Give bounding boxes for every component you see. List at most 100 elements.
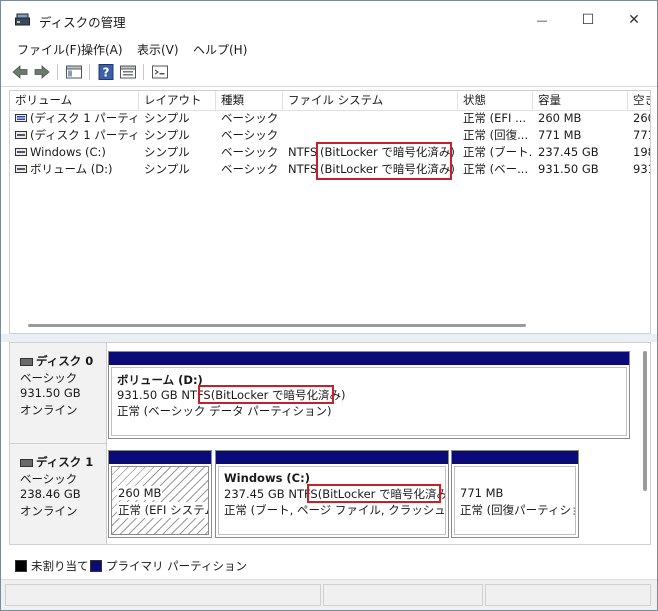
partition-efi-status: 正常 (EFI システム bbox=[117, 502, 208, 518]
forward-arrow-icon[interactable] bbox=[33, 63, 51, 81]
partition-c-title: Windows (C:) bbox=[224, 471, 310, 485]
menu-file[interactable]: ファイル(F) bbox=[17, 41, 81, 58]
column-header-capacity[interactable]: 容量 bbox=[533, 91, 628, 110]
toolbar-separator bbox=[89, 64, 90, 80]
disk-management-icon bbox=[15, 13, 30, 26]
menu-action[interactable]: 操作(A) bbox=[81, 41, 123, 58]
partition-d[interactable]: ボリューム (D:) 931.50 GB NTFS(BitLocker で暗号化… bbox=[108, 351, 630, 439]
minimize-icon: — bbox=[536, 13, 548, 27]
partition-c[interactable]: Windows (C:) 237.45 GB NTFS(BitLocker で暗… bbox=[215, 450, 449, 538]
column-header-volume[interactable]: ボリューム bbox=[10, 91, 139, 110]
cell-filesystem: NTFS bbox=[288, 162, 318, 176]
cell-free: 260 bbox=[633, 111, 650, 125]
partition-efi-size: 260 MB bbox=[117, 486, 163, 500]
partition-recovery[interactable]: 771 MB 正常 (回復パーティション bbox=[451, 450, 579, 538]
legend-primary-partition: プライマリ パーティション bbox=[106, 559, 247, 573]
cell-status: 正常 (ベー... bbox=[463, 162, 529, 176]
cell-capacity: 260 MB bbox=[538, 111, 582, 125]
cell-status: 正常 (EFI ... bbox=[463, 111, 527, 125]
volume-icon bbox=[15, 148, 27, 156]
help-icon[interactable]: ? bbox=[97, 63, 115, 81]
cell-free: 931 bbox=[633, 162, 650, 176]
cell-filesystem: NTFS bbox=[288, 145, 318, 159]
partition-d-body: ボリューム (D:) 931.50 GB NTFS(BitLocker で暗号化… bbox=[111, 367, 627, 436]
cell-filesystem-note: (BitLocker で暗号化済み) bbox=[320, 162, 454, 176]
vertical-scrollbar-thumb[interactable] bbox=[643, 351, 647, 491]
cell-capacity: 931.50 GB bbox=[538, 162, 599, 176]
disk-0-name-text: ディスク 0 bbox=[36, 354, 94, 368]
cell-free: 771 bbox=[633, 128, 650, 142]
cell-volume: ボリューム (D:) bbox=[30, 162, 113, 176]
volume-row[interactable]: Windows (C:) シンプル ベーシック NTFS (BitLocker … bbox=[10, 144, 650, 161]
cell-volume: (ディスク 1 パーティシ... bbox=[30, 111, 139, 125]
primary-partition-bar bbox=[109, 451, 211, 464]
partition-recovery-size: 771 MB bbox=[460, 486, 504, 500]
column-header-free[interactable]: 空き bbox=[628, 91, 650, 110]
disk-1-name: ディスク 1 bbox=[20, 454, 93, 470]
cell-type: ベーシック bbox=[221, 111, 279, 125]
horizontal-scrollbar[interactable] bbox=[28, 324, 526, 327]
disk-1-label[interactable]: ディスク 1 ベーシック 238.46 GB オンライン bbox=[10, 444, 107, 544]
column-header-type[interactable]: 種類 bbox=[216, 91, 283, 110]
cell-filesystem bbox=[288, 110, 318, 127]
column-header-filesystem[interactable]: ファイル システム bbox=[283, 91, 458, 110]
minimize-button[interactable]: — bbox=[519, 1, 565, 39]
properties-icon[interactable] bbox=[119, 63, 137, 81]
status-bar bbox=[1, 579, 657, 610]
cell-layout: シンプル bbox=[144, 145, 190, 159]
disk-0-label[interactable]: ディスク 0 ベーシック 931.50 GB オンライン bbox=[10, 343, 107, 444]
partition-recovery-body: 771 MB 正常 (回復パーティション bbox=[454, 466, 576, 535]
partition-d-size: 931.50 GB NTFS(BitLocker で暗号化済み) bbox=[117, 387, 346, 403]
close-button[interactable]: ✕ bbox=[611, 1, 657, 39]
volume-icon bbox=[15, 131, 27, 139]
maximize-button[interactable]: ☐ bbox=[565, 1, 611, 39]
console-tree-icon[interactable] bbox=[65, 63, 83, 81]
partition-d-status: 正常 (ベーシック データ パーティション) bbox=[117, 404, 332, 418]
partition-d-size-fs: 931.50 GB NTFS bbox=[117, 388, 211, 402]
close-icon: ✕ bbox=[628, 12, 640, 28]
cell-volume: (ディスク 1 パーティシ... bbox=[30, 128, 139, 142]
volume-row[interactable]: (ディスク 1 パーティシ... シンプル ベーシック 正常 (回復... 77… bbox=[10, 127, 650, 144]
maximize-icon: ☐ bbox=[581, 12, 595, 28]
volume-row[interactable]: (ディスク 1 パーティシ... シンプル ベーシック 正常 (EFI ... … bbox=[10, 110, 650, 127]
partition-efi-body: 260 MB 正常 (EFI システム bbox=[111, 466, 209, 535]
disk-icon bbox=[20, 357, 33, 366]
disk-map-icon[interactable] bbox=[151, 63, 169, 81]
menu-help[interactable]: ヘルプ(H) bbox=[193, 41, 247, 58]
volume-list-header: ボリューム レイアウト 種類 ファイル システム 状態 容量 空き bbox=[10, 91, 650, 111]
cell-status: 正常 (回復... bbox=[463, 128, 529, 142]
partition-d-title: ボリューム (D:) bbox=[117, 373, 203, 387]
cell-volume: Windows (C:) bbox=[30, 145, 106, 159]
disk-management-window: ディスクの管理 — ☐ ✕ ファイル(F) 操作(A) 表示(V) ヘルプ(H) bbox=[0, 0, 658, 611]
cell-type: ベーシック bbox=[221, 162, 279, 176]
status-pane bbox=[323, 584, 483, 606]
svg-text:?: ? bbox=[103, 66, 110, 80]
legend-swatch-primary bbox=[90, 560, 102, 572]
back-arrow-icon[interactable] bbox=[11, 63, 29, 81]
partition-c-size: 237.45 GB NTFS(BitLocker で暗号化済み) bbox=[224, 486, 445, 502]
cell-layout: シンプル bbox=[144, 128, 190, 142]
menu-view[interactable]: 表示(V) bbox=[137, 41, 179, 58]
cell-status: 正常 (ブート... bbox=[463, 145, 533, 159]
volume-row[interactable]: ボリューム (D:) シンプル ベーシック NTFS (BitLocker で暗… bbox=[10, 161, 650, 178]
partition-c-body: Windows (C:) 237.45 GB NTFS(BitLocker で暗… bbox=[218, 466, 446, 535]
column-header-status[interactable]: 状態 bbox=[458, 91, 533, 110]
disk-0-kind: ベーシック bbox=[20, 371, 78, 385]
volume-list: ボリューム レイアウト 種類 ファイル システム 状態 容量 空き (ディスク … bbox=[9, 90, 651, 334]
partition-c-size-fs: 237.45 GB NTFS bbox=[224, 487, 318, 501]
legend-unallocated: 未割り当て bbox=[31, 559, 89, 573]
window-title: ディスクの管理 bbox=[39, 15, 126, 30]
status-pane bbox=[485, 584, 651, 606]
column-header-layout[interactable]: レイアウト bbox=[139, 91, 216, 110]
partition-efi[interactable]: 260 MB 正常 (EFI システム bbox=[108, 450, 212, 538]
cell-free: 198 bbox=[633, 145, 650, 159]
partition-d-note: (BitLocker で暗号化済み) bbox=[210, 388, 346, 402]
pane-splitter[interactable] bbox=[1, 334, 657, 342]
legend: 未割り当て プライマリ パーティション bbox=[9, 556, 649, 576]
cell-layout: シンプル bbox=[144, 111, 190, 125]
title-bar[interactable]: ディスクの管理 — ☐ ✕ bbox=[1, 1, 657, 39]
primary-partition-bar bbox=[109, 352, 629, 365]
disk-0-state: オンライン bbox=[20, 403, 78, 417]
partition-c-status: 正常 (ブート, ページ ファイル, クラッシュ ダンプ, ベ bbox=[224, 503, 446, 517]
cell-capacity: 771 MB bbox=[538, 128, 582, 142]
